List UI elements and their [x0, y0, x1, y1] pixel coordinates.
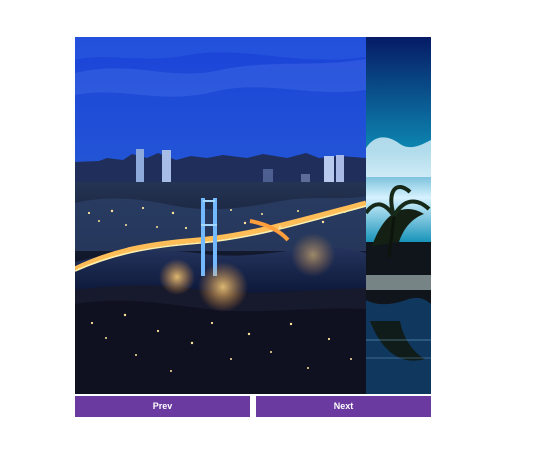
palm-reflection-image — [366, 37, 431, 394]
carousel-controls: Prev Next — [75, 396, 431, 417]
city-night-image — [75, 37, 366, 394]
prev-button[interactable]: Prev — [75, 396, 250, 417]
carousel-viewport — [75, 37, 431, 394]
city-night-slide — [75, 37, 366, 394]
image-carousel: Prev Next — [75, 37, 431, 417]
next-button[interactable]: Next — [256, 396, 431, 417]
palm-reflection-slide — [366, 37, 431, 394]
